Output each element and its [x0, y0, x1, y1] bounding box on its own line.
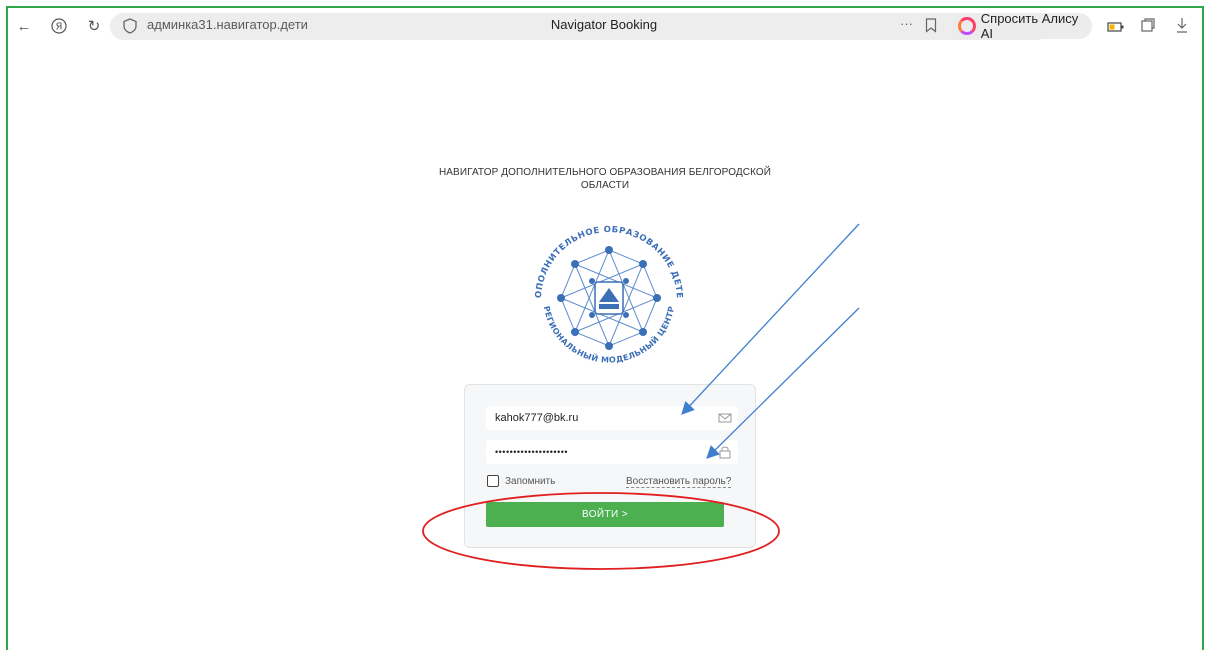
- page-heading: НАВИГАТОР ДОПОЛНИТЕЛЬНОГО ОБРАЗОВАНИЯ БЕ…: [438, 167, 772, 191]
- remember-checkbox[interactable]: Запомнить: [487, 475, 555, 487]
- url-text[interactable]: админка31.навигатор.дети: [147, 17, 308, 32]
- email-input[interactable]: [486, 406, 705, 430]
- reload-icon[interactable]: ↻: [84, 16, 104, 36]
- checkbox-box[interactable]: [487, 475, 499, 487]
- lock-icon: [718, 445, 732, 459]
- back-icon[interactable]: ←: [14, 16, 34, 36]
- envelope-icon: [718, 411, 732, 425]
- download-icon[interactable]: [1176, 17, 1188, 38]
- battery-icon: [1107, 20, 1125, 38]
- alice-icon: [958, 17, 976, 35]
- password-input[interactable]: [486, 440, 705, 464]
- email-field[interactable]: [486, 406, 738, 430]
- alice-label: Спросить Алису AI: [980, 11, 1079, 41]
- password-field[interactable]: [486, 440, 738, 464]
- more-icon[interactable]: ···: [900, 16, 913, 31]
- restore-password-link[interactable]: Восстановить пароль?: [626, 476, 732, 488]
- login-button[interactable]: ВОЙТИ >: [486, 502, 724, 527]
- remember-label: Запомнить: [505, 475, 556, 487]
- yandex-icon[interactable]: Я: [49, 16, 69, 36]
- emblem-logo: ДОПОЛНИТЕЛЬНОЕ ОБРАЗОВАНИЕ ДЕТЕЙ РЕГИОНА…: [515, 199, 699, 388]
- svg-text:Я: Я: [56, 22, 63, 33]
- bookmark-icon[interactable]: [925, 18, 937, 38]
- collections-icon[interactable]: [1140, 17, 1156, 38]
- shield-icon: [123, 18, 137, 39]
- alice-button[interactable]: Спросить Алису AI: [952, 11, 1092, 41]
